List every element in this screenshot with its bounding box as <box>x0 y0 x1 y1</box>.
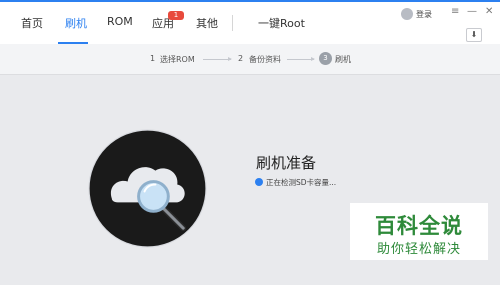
step-2-label: 备份资料 <box>249 55 281 64</box>
avatar[interactable] <box>401 8 413 20</box>
page-title: 刷机准备 <box>256 154 317 172</box>
watermark-line-1: 百科全说 <box>375 214 463 238</box>
step-1-number: 1 <box>150 54 156 63</box>
tab-home[interactable]: 首页 <box>21 15 43 31</box>
download-icon[interactable]: ⬇ <box>466 28 482 42</box>
tab-one-click-root[interactable]: 一键Root <box>258 15 305 31</box>
tab-other[interactable]: 其他 <box>196 15 218 31</box>
login-link[interactable]: 登录 <box>416 9 432 20</box>
step-2-number: 2 <box>238 54 244 63</box>
menu-icon[interactable]: ≡ <box>451 6 459 17</box>
step-3-number: 3 <box>319 52 332 65</box>
tab-rom[interactable]: ROM <box>107 15 133 28</box>
watermark-logo: 百科全说 助你轻松解决 <box>350 203 488 260</box>
tab-flash[interactable]: 刷机 <box>65 15 87 31</box>
status-text: 正在检测SD卡容量... <box>266 178 337 187</box>
apps-notification-badge: 1 <box>168 11 184 20</box>
step-arrow-icon <box>287 57 315 61</box>
step-arrow-icon <box>203 57 232 61</box>
minimize-icon[interactable]: — <box>467 6 477 17</box>
watermark-line-2: 助你轻松解决 <box>376 242 461 257</box>
close-icon[interactable]: ✕ <box>485 6 493 17</box>
cloud-search-illustration <box>88 129 207 248</box>
nav-divider <box>232 15 233 31</box>
step-1-label: 选择ROM <box>160 55 195 64</box>
top-nav-bar: 首页 刷机 ROM 应用 1 其他 一键Root 登录 ≡ — ✕ <box>0 2 500 44</box>
step-3-label: 刷机 <box>335 55 351 64</box>
loading-spinner-icon <box>255 178 263 186</box>
